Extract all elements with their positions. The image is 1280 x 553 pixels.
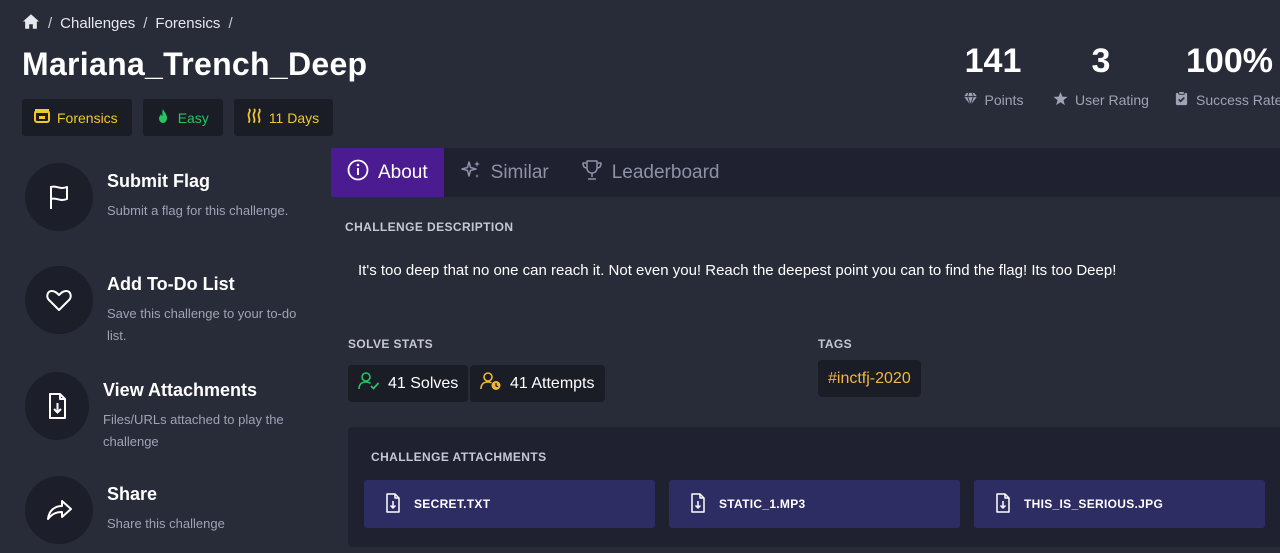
category-icon xyxy=(34,108,50,127)
heat-waves-icon xyxy=(246,108,262,127)
solves-chip: 41 Solves xyxy=(348,365,469,402)
trophy-icon xyxy=(581,159,603,187)
attachment-name: STATIC_1.MP3 xyxy=(719,497,806,511)
breadcrumb: / Challenges / Forensics / xyxy=(22,13,233,34)
tab-leaderboard[interactable]: Leaderboard xyxy=(565,148,736,197)
user-check-icon xyxy=(358,371,380,396)
challenge-meta-chips: Forensics Easy 11 Days xyxy=(22,99,334,136)
view-attachments-title[interactable]: View Attachments xyxy=(103,380,313,401)
tab-similar-label: Similar xyxy=(490,161,549,183)
clipboard-check-icon xyxy=(1174,91,1189,109)
age-chip: 11 Days xyxy=(233,99,334,136)
age-label: 11 Days xyxy=(268,109,320,126)
breadcrumb-separator: / xyxy=(143,15,148,32)
info-icon xyxy=(347,159,369,187)
category-label: Forensics xyxy=(57,109,118,126)
tab-similar[interactable]: Similar xyxy=(444,148,565,197)
solves-count: 41 Solves xyxy=(388,374,459,392)
solve-stats-heading: SOLVE STATS xyxy=(348,337,434,351)
submit-flag-title[interactable]: Submit Flag xyxy=(107,171,288,192)
attempts-count: 41 Attempts xyxy=(510,374,595,392)
share-desc: Share this challenge xyxy=(107,516,225,531)
difficulty-label: Easy xyxy=(177,109,209,126)
points-stat: 141 Points xyxy=(958,44,1028,109)
attachment-secret-txt[interactable]: SECRET.TXT xyxy=(364,480,655,528)
heart-icon[interactable] xyxy=(25,266,93,334)
breadcrumb-separator: / xyxy=(228,15,233,32)
diamond-icon xyxy=(963,91,978,109)
challenge-tabs: About Similar Leaderboard xyxy=(331,148,1280,197)
attachment-name: SECRET.TXT xyxy=(414,497,491,511)
file-download-icon xyxy=(689,492,707,516)
submit-flag-action[interactable]: Submit Flag Submit a flag for this chall… xyxy=(25,163,325,231)
tab-leaderboard-label: Leaderboard xyxy=(611,161,720,183)
attachment-serious-jpg[interactable]: THIS_IS_SERIOUS.JPG xyxy=(974,480,1265,528)
add-todo-desc: Save this challenge to your to-do list. xyxy=(107,306,297,343)
breadcrumb-separator: / xyxy=(48,15,53,32)
category-chip: Forensics xyxy=(22,99,132,136)
home-icon[interactable] xyxy=(22,13,40,34)
points-value: 141 xyxy=(964,42,1022,80)
user-clock-icon xyxy=(480,371,502,396)
star-icon xyxy=(1053,91,1068,109)
add-todo-title[interactable]: Add To-Do List xyxy=(107,274,312,295)
breadcrumb-forensics[interactable]: Forensics xyxy=(155,15,220,32)
file-download-icon xyxy=(994,492,1012,516)
rating-stat: 3 User Rating xyxy=(1050,44,1152,109)
view-attachments-action[interactable]: View Attachments Files/URLs attached to … xyxy=(25,372,315,453)
page-title: Mariana_Trench_Deep xyxy=(22,46,368,82)
breadcrumb-challenges[interactable]: Challenges xyxy=(60,15,135,32)
sparkles-icon xyxy=(460,159,482,187)
success-stat: 100% Success Rate xyxy=(1174,44,1280,109)
share-icon[interactable] xyxy=(25,476,93,544)
attempts-chip: 41 Attempts xyxy=(470,365,605,402)
points-label: Points xyxy=(984,92,1024,108)
tag-item[interactable]: #inctfj-2020 xyxy=(818,360,921,397)
tab-about-label: About xyxy=(378,161,428,183)
tab-about[interactable]: About xyxy=(331,148,444,197)
submit-flag-desc: Submit a flag for this challenge. xyxy=(107,203,289,218)
attachment-name: THIS_IS_SERIOUS.JPG xyxy=(1024,497,1164,511)
description-heading: CHALLENGE DESCRIPTION xyxy=(345,220,514,234)
flag-icon[interactable] xyxy=(25,163,93,231)
tags-heading: TAGS xyxy=(818,337,853,351)
rating-value: 3 xyxy=(1091,42,1111,80)
add-todo-action[interactable]: Add To-Do List Save this challenge to yo… xyxy=(25,266,315,347)
file-download-icon[interactable] xyxy=(25,372,89,440)
view-attachments-desc: Files/URLs attached to play the challeng… xyxy=(103,412,284,449)
success-value: 100% xyxy=(1186,42,1273,80)
rating-label: User Rating xyxy=(1075,92,1149,108)
difficulty-chip: Easy xyxy=(142,99,223,136)
share-title[interactable]: Share xyxy=(107,484,225,505)
file-download-icon xyxy=(384,492,402,516)
attachment-static-mp3[interactable]: STATIC_1.MP3 xyxy=(669,480,960,528)
share-action[interactable]: Share Share this challenge xyxy=(25,476,325,544)
success-label: Success Rate xyxy=(1196,92,1280,108)
attachments-heading: CHALLENGE ATTACHMENTS xyxy=(371,450,547,464)
flame-icon xyxy=(155,108,171,127)
description-text: It's too deep that no one can reach it. … xyxy=(358,262,1117,279)
